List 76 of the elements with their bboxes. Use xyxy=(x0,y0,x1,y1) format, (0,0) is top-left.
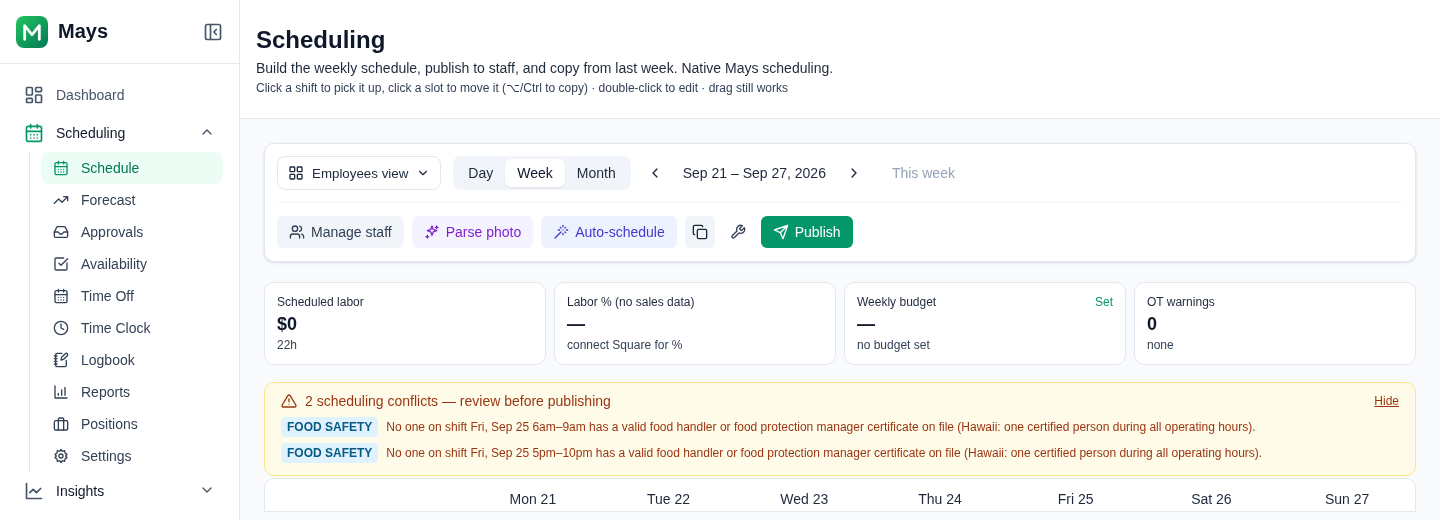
grid-icon xyxy=(288,165,304,181)
category-tag: FOOD SAFETY xyxy=(281,417,379,437)
copy-button[interactable] xyxy=(684,216,715,248)
nav-group[interactable]: Scheduling xyxy=(16,114,223,152)
day-header: Mon 21 xyxy=(508,491,558,509)
calendar-icon xyxy=(53,160,69,176)
stat-note: no budget set xyxy=(857,338,931,352)
day-header: Thu 24 xyxy=(917,491,963,509)
range-tab[interactable]: Day xyxy=(456,159,506,187)
nav-subitem[interactable]: Logbook xyxy=(41,344,223,376)
day-header: Sun 27 xyxy=(1323,491,1371,509)
nav-subitem[interactable]: Forecast xyxy=(41,184,223,216)
parse-photo-button[interactable]: Parse photo xyxy=(411,216,534,248)
nav-subitem[interactable]: Reports xyxy=(41,376,223,408)
stat-value: — xyxy=(857,314,876,335)
view-select[interactable]: Employees view xyxy=(277,156,442,190)
sparkles-icon xyxy=(423,224,440,240)
manage-staff-button[interactable]: Manage staff xyxy=(277,216,404,248)
nav-subitem[interactable]: Settings xyxy=(41,440,223,472)
stat-label: Weekly budget xyxy=(857,295,937,309)
range-tab[interactable]: Week xyxy=(505,159,565,187)
notebook-icon xyxy=(53,352,69,368)
stat-note: none xyxy=(1147,338,1175,352)
nav-subitem[interactable]: Approvals xyxy=(41,216,223,248)
nav-subitem[interactable]: Positions xyxy=(41,408,223,440)
sidebar-toggle-icon xyxy=(203,21,223,42)
brand-name: Mays xyxy=(58,20,110,43)
line-chart-icon xyxy=(24,481,44,501)
wrench-icon xyxy=(729,224,746,240)
day-header: Wed 23 xyxy=(779,491,830,509)
nav-subitem[interactable]: Time Off xyxy=(41,280,223,312)
stat-value: $0 xyxy=(277,314,299,335)
sidebar-toggle[interactable] xyxy=(203,21,223,42)
stat-label: Scheduled labor xyxy=(277,295,364,309)
conflict-message: No one on shift Fri, Sep 25 5pm–10pm has a valid food handler or food protection manager certificate on file (Hawaii: one certified person during all operating hours). xyxy=(386,446,1263,460)
nav-subitem[interactable]: Schedule xyxy=(41,152,223,184)
page-subtitle: Build the weekly schedule, publish to staff, and copy from last week. Native Mays scheduling. xyxy=(256,60,835,76)
publish-button[interactable]: Publish xyxy=(760,216,853,248)
dashboard-icon xyxy=(24,85,44,105)
warning-icon xyxy=(281,393,297,409)
stat-label: OT warnings xyxy=(1147,295,1215,309)
stat-note: 22h xyxy=(277,338,299,352)
calendar-icon xyxy=(53,288,69,304)
nav-group[interactable]: Insights xyxy=(16,472,223,510)
stat-value: — xyxy=(567,314,586,335)
day-header: Sat 26 xyxy=(1190,491,1233,509)
bar-chart-icon xyxy=(53,384,69,400)
nav-subitem[interactable]: Availability xyxy=(41,248,223,280)
wand-icon xyxy=(553,224,570,240)
logo-icon xyxy=(16,15,48,48)
auto-schedule-button[interactable]: Auto-schedule xyxy=(541,216,677,248)
checkbox-icon xyxy=(53,256,69,272)
set-link[interactable]: Set xyxy=(1095,295,1113,309)
send-icon xyxy=(772,224,789,240)
calendar-icon xyxy=(24,123,44,143)
range-tab[interactable]: Month xyxy=(564,159,628,187)
stat-label: Labor % (no sales data) xyxy=(567,295,695,309)
copy-icon xyxy=(691,224,708,240)
briefcase-icon xyxy=(53,416,69,432)
inbox-icon xyxy=(53,224,69,240)
nav-subitem[interactable]: Time Clock xyxy=(41,312,223,344)
settings-icon xyxy=(53,448,69,464)
hide-link[interactable]: Hide xyxy=(1374,394,1399,408)
conflict-message: No one on shift Fri, Sep 25 6am–9am has a valid food handler or food protection manager certificate on file (Hawaii: one certified person during all operating hours). xyxy=(386,420,1256,434)
category-tag: FOOD SAFETY xyxy=(281,443,379,463)
usage-hint: Click a shift to pick it up, click a slot to move it (⌥/Ctrl to copy) · double-click to edit · drag still works xyxy=(256,81,789,95)
users-icon xyxy=(289,224,305,240)
nav-item[interactable]: Dashboard xyxy=(16,76,223,114)
day-header: Tue 22 xyxy=(646,491,692,509)
clock-icon xyxy=(53,320,69,336)
stat-note: connect Square for % xyxy=(567,338,684,352)
day-header: Fri 25 xyxy=(1056,491,1095,509)
stat-value: 0 xyxy=(1147,314,1158,335)
conflicts-title: 2 scheduling conflicts — review before publishing xyxy=(305,393,612,409)
page-title: Scheduling xyxy=(256,26,387,54)
date-range: Sep 21 – Sep 27, 2026 xyxy=(681,165,827,181)
